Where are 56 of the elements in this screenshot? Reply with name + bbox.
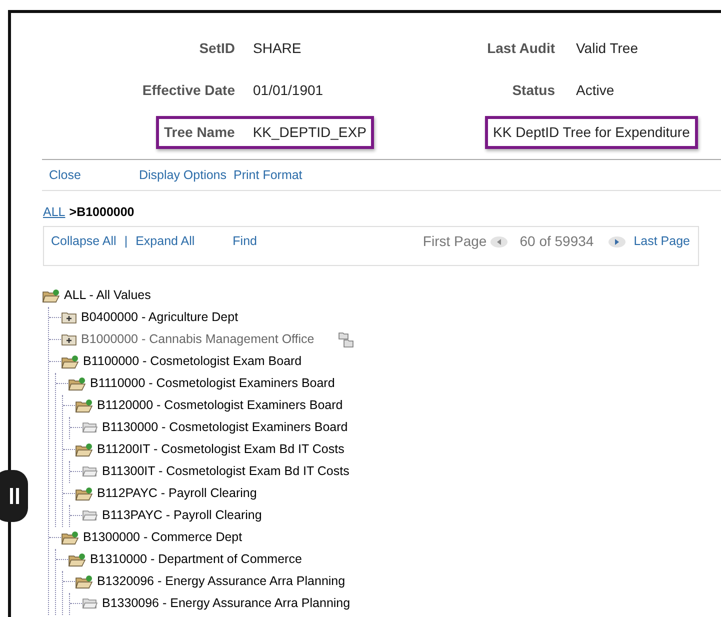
tree-node[interactable]: B1100000 - Cosmetologist Exam Board <box>83 352 302 372</box>
side-handle[interactable] <box>0 470 28 522</box>
open-folder-icon[interactable] <box>61 530 79 545</box>
action-link[interactable]: Print Format <box>234 166 302 184</box>
tree-node[interactable]: B1300000 - Commerce Dept <box>83 528 242 548</box>
last-page-link[interactable]: Last Page <box>634 232 690 252</box>
field-value: KK_DEPTID_EXP <box>252 122 366 142</box>
tree-node[interactable]: B11300IT - Cosmetologist Exam Bd IT Costs <box>102 462 350 482</box>
tree-node[interactable]: B113PAYC - Payroll Clearing <box>102 506 262 526</box>
field-label: Effective Date <box>141 80 235 100</box>
breadcrumb-link[interactable]: ALL <box>43 203 66 222</box>
tree-node[interactable]: B1000000 - Cannabis Management Office <box>81 330 314 350</box>
folder-icon <box>82 510 98 522</box>
next-icon[interactable] <box>608 236 626 248</box>
field-value: KK DeptID Tree for Expenditure <box>493 122 690 142</box>
open-folder-icon[interactable] <box>68 376 86 391</box>
tree-node[interactable]: B1330096 - Energy Assurance Arra Planning <box>102 594 350 614</box>
tree-node[interactable]: B1120000 - Cosmetologist Examiners Board <box>97 396 343 416</box>
action-link[interactable]: Display Options <box>138 166 227 184</box>
field-label: Tree Name <box>164 122 235 142</box>
tree-node[interactable]: B1320096 - Energy Assurance Arra Planning <box>97 572 346 592</box>
previous-icon[interactable] <box>490 236 508 248</box>
open-folder-icon[interactable] <box>42 288 60 303</box>
tree-node[interactable]: B1110000 - Cosmetologist Examiners Board <box>90 374 335 394</box>
breadcrumb-current: >B1000000 <box>69 204 134 221</box>
expand-all-link[interactable]: Expand All <box>136 232 195 252</box>
field-label: Status <box>511 80 555 100</box>
action-link[interactable]: Close <box>49 166 81 184</box>
find-link[interactable]: Find <box>232 232 257 252</box>
folders-icon[interactable] <box>338 332 354 348</box>
open-folder-icon[interactable] <box>68 552 86 567</box>
open-folder-icon[interactable] <box>75 398 93 413</box>
open-folder-icon[interactable] <box>61 354 79 369</box>
tree-node[interactable]: B0400000 - Agriculture Dept <box>81 308 238 328</box>
tree-node[interactable]: B112PAYC - Payroll Clearing <box>97 484 257 504</box>
collapse-all-link[interactable]: Collapse All <box>51 232 116 252</box>
tree-node[interactable]: B1310000 - Department of Commerce <box>90 550 302 570</box>
open-folder-icon[interactable] <box>75 574 93 589</box>
field-value: Valid Tree <box>576 38 638 58</box>
open-folder-icon[interactable] <box>75 442 93 457</box>
folder-icon <box>82 422 98 434</box>
tree-node[interactable]: B1130000 - Cosmetologist Examiners Board <box>102 418 348 438</box>
field-value: SHARE <box>253 38 302 58</box>
page-count: 60 of 59934 <box>520 232 594 252</box>
field-value: 01/01/1901 <box>253 80 324 100</box>
open-folder-icon[interactable] <box>75 486 93 501</box>
plus-folder-icon[interactable] <box>61 311 77 324</box>
tree-node[interactable]: ALL - All Values <box>64 286 151 306</box>
field-label: SetID <box>198 38 235 58</box>
folder-icon <box>82 598 98 610</box>
field-value: Active <box>576 80 614 100</box>
field-label: Last Audit <box>486 38 555 58</box>
folder-icon <box>82 466 98 478</box>
separator: | <box>124 233 128 250</box>
plus-folder-icon[interactable] <box>61 333 77 346</box>
tree-node[interactable]: B11200IT - Cosmetologist Exam Bd IT Costs <box>97 440 344 460</box>
